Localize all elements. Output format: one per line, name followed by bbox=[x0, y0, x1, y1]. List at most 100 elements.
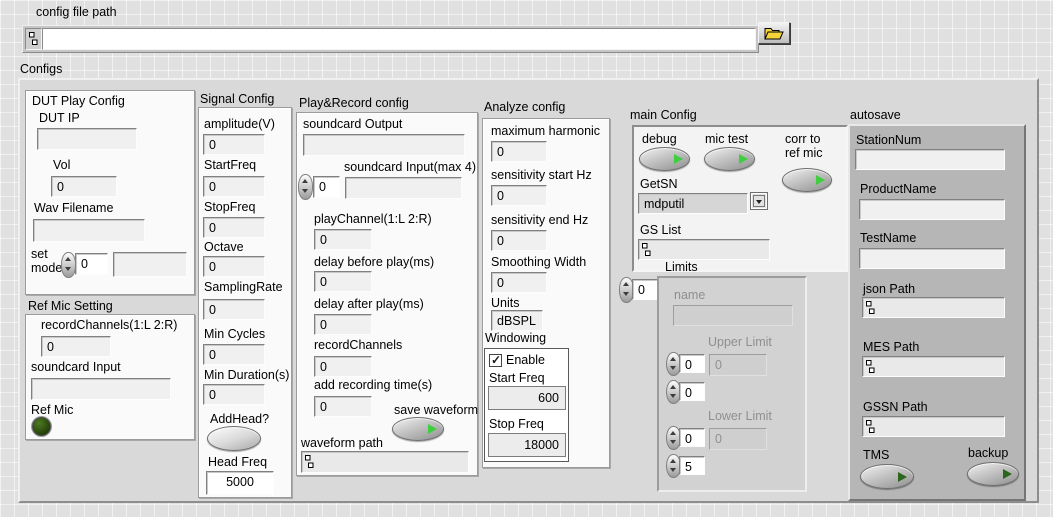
startfreq-label: StartFreq bbox=[204, 159, 256, 172]
start-freq-field[interactable]: 600 bbox=[488, 386, 566, 410]
config-file-path-control[interactable] bbox=[22, 25, 759, 53]
main-config-title: main Config bbox=[630, 109, 697, 122]
limits-index-field[interactable]: 0 bbox=[632, 279, 659, 300]
lower-limit-index-2[interactable]: 5 bbox=[679, 456, 705, 475]
green-arrow-icon bbox=[428, 424, 437, 434]
addhead-toggle[interactable] bbox=[207, 426, 261, 451]
upper-limit-index-1[interactable]: 0 bbox=[679, 354, 705, 373]
soundcard-output-label: soundcard Output bbox=[303, 118, 402, 131]
smoothing-width-label: Smoothing Width bbox=[491, 256, 586, 269]
productname-field[interactable] bbox=[859, 199, 1005, 220]
delay-before-play-label: delay before play(ms) bbox=[314, 256, 434, 269]
wav-filename-label: Wav Filename bbox=[34, 202, 113, 215]
lower-limit-label: Lower Limit bbox=[708, 410, 772, 423]
set-mode-index-field[interactable]: 0 bbox=[75, 253, 108, 275]
upper-limit-label: Upper Limit bbox=[708, 336, 772, 349]
min-duration-field[interactable]: 0 bbox=[203, 384, 265, 405]
save-waveform-toggle[interactable] bbox=[392, 417, 444, 441]
limits-name-label: name bbox=[674, 289, 705, 302]
min-cycles-field[interactable]: 0 bbox=[203, 344, 265, 365]
gssn-path-label: GSSN Path bbox=[863, 401, 928, 414]
head-freq-field[interactable]: 5000 bbox=[206, 471, 274, 495]
browse-folder-button[interactable] bbox=[758, 22, 790, 44]
set-mode-label-line1: set bbox=[31, 248, 48, 261]
stopfreq-label: StopFreq bbox=[204, 201, 255, 214]
stopfreq-field[interactable]: 0 bbox=[203, 217, 265, 238]
lower-limit-index-1[interactable]: 0 bbox=[679, 428, 705, 447]
set-mode-spinner[interactable] bbox=[61, 252, 76, 278]
green-arrow-icon bbox=[739, 154, 748, 164]
add-recording-time-field[interactable]: 0 bbox=[314, 396, 372, 417]
addhead-label: AddHead? bbox=[210, 413, 269, 426]
backup-toggle[interactable] bbox=[967, 462, 1019, 486]
path-icon bbox=[305, 455, 314, 469]
soundcard-input-index-field[interactable]: 0 bbox=[313, 176, 340, 198]
windowing-label: Windowing bbox=[485, 332, 546, 345]
sensitivity-end-field[interactable]: 0 bbox=[491, 230, 547, 251]
sensitivity-start-label: sensitivity start Hz bbox=[491, 169, 592, 182]
main-config-box: debug mic test corr to ref mic GetSN mdp… bbox=[632, 125, 848, 272]
delay-after-play-field[interactable]: 0 bbox=[314, 314, 372, 335]
path-icon bbox=[866, 301, 875, 315]
testname-field[interactable] bbox=[859, 248, 1005, 269]
save-waveform-label: save waveform bbox=[394, 404, 478, 417]
units-label: Units bbox=[491, 297, 519, 310]
testname-label: TestName bbox=[860, 232, 916, 245]
labview-front-panel: { "colors": { "panel_bg": "#e0e0e0", "fr… bbox=[0, 0, 1053, 517]
samplingrate-field[interactable]: 0 bbox=[203, 299, 265, 320]
gssn-path-field[interactable] bbox=[862, 416, 1005, 437]
vol-field[interactable]: 0 bbox=[51, 176, 117, 197]
mes-path-field[interactable] bbox=[862, 356, 1005, 377]
stationnum-field[interactable] bbox=[855, 149, 1005, 170]
json-path-field[interactable] bbox=[862, 297, 1005, 318]
delay-before-play-field[interactable]: 0 bbox=[314, 271, 372, 292]
tms-toggle[interactable] bbox=[860, 464, 914, 489]
samplingrate-label: SamplingRate bbox=[204, 281, 283, 294]
amplitude-field[interactable]: 0 bbox=[203, 134, 265, 155]
startfreq-field[interactable]: 0 bbox=[203, 176, 265, 197]
sensitivity-start-field[interactable]: 0 bbox=[491, 185, 547, 206]
set-mode-display bbox=[113, 252, 187, 277]
mic-test-toggle[interactable] bbox=[704, 147, 755, 171]
play-record-box: soundcard Output soundcard Input(max 4) … bbox=[296, 112, 478, 476]
dark-green-arrow-icon bbox=[1003, 469, 1012, 479]
soundcard-input-field[interactable] bbox=[345, 177, 462, 199]
corr-to-ref-mic-toggle[interactable] bbox=[782, 168, 832, 192]
soundcard-output-field[interactable] bbox=[303, 134, 465, 156]
octave-field[interactable]: 0 bbox=[203, 256, 265, 277]
upper-limit-index-2[interactable]: 0 bbox=[679, 382, 705, 401]
wav-filename-field[interactable] bbox=[33, 219, 145, 242]
stop-freq-field[interactable]: 18000 bbox=[488, 433, 566, 457]
ref-soundcard-input-field[interactable] bbox=[31, 378, 171, 400]
productname-label: ProductName bbox=[860, 183, 936, 196]
getsn-ring-field[interactable]: mdputil bbox=[638, 193, 748, 214]
playchannel-label: playChannel(1:L 2:R) bbox=[314, 213, 432, 226]
min-duration-label: Min Duration(s) bbox=[204, 369, 289, 382]
dut-play-config-box: DUT Play Config DUT IP Vol 0 Wav Filenam… bbox=[25, 90, 195, 295]
maximum-harmonic-field[interactable]: 0 bbox=[491, 141, 547, 162]
units-field[interactable]: dBSPL bbox=[491, 310, 543, 331]
gs-list-path-field[interactable] bbox=[638, 239, 770, 260]
enable-checkbox[interactable] bbox=[489, 354, 502, 367]
getsn-dropdown-button[interactable] bbox=[750, 192, 768, 210]
enable-label: Enable bbox=[506, 354, 545, 367]
dut-ip-field[interactable] bbox=[37, 128, 137, 150]
smoothing-width-field[interactable]: 0 bbox=[491, 272, 547, 293]
waveform-path-field[interactable] bbox=[301, 451, 469, 473]
vol-label: Vol bbox=[53, 159, 70, 172]
soundcard-input-spinner[interactable] bbox=[298, 174, 313, 200]
record-channels-field[interactable]: 0 bbox=[314, 356, 372, 377]
ref-record-channels-field[interactable]: 0 bbox=[41, 336, 111, 357]
stop-freq-label: Stop Freq bbox=[489, 418, 544, 431]
start-freq-label: Start Freq bbox=[489, 372, 545, 385]
autosave-panel: StationNum ProductName TestName json Pat… bbox=[848, 124, 1026, 501]
mes-path-label: MES Path bbox=[863, 341, 919, 354]
folder-icon bbox=[764, 27, 784, 40]
autosave-title: autosave bbox=[850, 109, 901, 122]
add-recording-time-label: add recording time(s) bbox=[314, 379, 432, 392]
debug-toggle[interactable] bbox=[639, 147, 690, 171]
playchannel-field[interactable]: 0 bbox=[314, 229, 372, 250]
green-arrow-icon bbox=[674, 154, 683, 164]
config-file-path-value[interactable] bbox=[42, 28, 756, 50]
corr-to-ref-mic-label-line1: corr to bbox=[785, 133, 820, 146]
